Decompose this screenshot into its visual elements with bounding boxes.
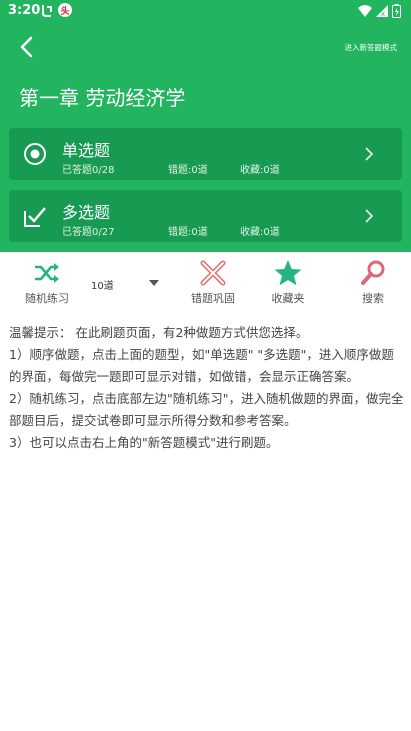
shuffle-icon	[35, 263, 59, 283]
tips-line: 3）也可以点击右上角的"新答题模式"进行刷题。	[9, 435, 279, 450]
wrong-count: 错题:0道	[168, 165, 208, 176]
favorites-count: 收藏:0道	[240, 165, 280, 176]
checkbox-checked-icon	[24, 207, 46, 227]
new-mode-link[interactable]: 进入新答题模式	[345, 42, 398, 53]
question-type-title: 多选题	[62, 203, 111, 222]
answered-count: 已答题0/27	[62, 227, 115, 238]
status-time: 3:20	[8, 3, 41, 18]
random-practice-button[interactable]: 随机练习	[22, 258, 72, 306]
random-practice-label: 随机练习	[25, 292, 69, 305]
question-type-multiple[interactable]: 多选题 已答题0/27 错题:0道 收藏:0道	[9, 190, 402, 242]
svg-text:x: x	[381, 10, 385, 17]
answered-count: 已答题0/28	[62, 165, 115, 176]
status-bar: 3:20 头 x	[0, 0, 411, 24]
wrong-count: 错题:0道	[168, 227, 208, 238]
search-icon	[361, 260, 385, 285]
chevron-right-icon	[365, 147, 374, 161]
signal-icon: x	[376, 5, 388, 17]
question-type-single[interactable]: 单选题 已答题0/28 错题:0道 收藏:0道	[9, 128, 402, 180]
caret-down-icon[interactable]	[149, 280, 159, 286]
radio-target-icon	[24, 143, 46, 165]
question-type-title: 单选题	[62, 141, 111, 160]
wrong-review-button[interactable]: 错题巩固	[188, 258, 238, 306]
question-count-select[interactable]: 10道	[91, 277, 114, 292]
cross-icon	[200, 260, 226, 286]
news-app-icon: 头	[58, 3, 72, 17]
tips-text: 温馨提示： 在此刷题页面，有2种做题方式供您选择。 1）顺序做题，点击上面的题型…	[9, 322, 405, 454]
tips-line: 1）顺序做题，点击上面的题型，如"单选题" "多选题"，进入顺序做题的界面，每做…	[9, 347, 394, 384]
search-button[interactable]: 搜索	[348, 258, 398, 306]
wifi-icon	[358, 5, 372, 17]
tips-line: 2）随机练习，点击底部左边"随机练习"，进入随机做题的界面，做完全部题目后，提交…	[9, 391, 404, 428]
app-notification-icon	[39, 3, 53, 17]
page-title: 第一章 劳动经济学	[19, 86, 186, 110]
search-label: 搜索	[362, 292, 384, 305]
star-icon	[274, 260, 302, 286]
battery-icon	[392, 4, 401, 18]
favorites-button[interactable]: 收藏夹	[263, 258, 313, 306]
bottom-toolbar: 随机练习 错题巩固 收藏夹 搜索	[0, 252, 411, 312]
favorites-label: 收藏夹	[271, 292, 305, 305]
chevron-right-icon	[365, 209, 374, 223]
wrong-review-label: 错题巩固	[191, 292, 235, 305]
back-icon[interactable]	[14, 34, 40, 60]
favorites-count: 收藏:0道	[240, 227, 280, 238]
tips-line: 温馨提示： 在此刷题页面，有2种做题方式供您选择。	[9, 325, 309, 340]
